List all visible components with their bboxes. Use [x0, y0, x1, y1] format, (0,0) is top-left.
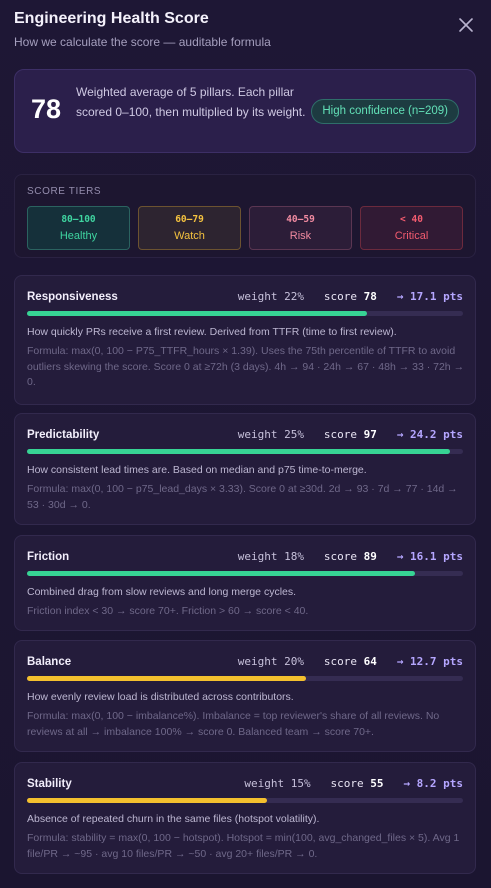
pillar-points: → 17.1 pts: [396, 290, 463, 303]
pillar-score-label: score: [323, 550, 358, 563]
pillar-name: Friction: [27, 551, 70, 563]
pillar-name: Predictability: [27, 429, 100, 441]
tier-healthy: 80–100 Healthy: [27, 206, 130, 250]
pillar-formula: Formula: stability = max(0, 100 − hotspo…: [27, 832, 460, 860]
panel-header: Engineering Health Score How we calculat…: [14, 0, 477, 64]
pillar-card-friction: Friction weight 18% score 89 → 16.1 pts …: [14, 535, 476, 631]
pillar-formula: Formula: max(0, 100 − P75_TTFR_hours × 1…: [27, 345, 465, 388]
pillar-metrics: weight 25% score 97 → 24.2 pts: [238, 428, 463, 441]
pillar-weight: weight 18%: [237, 550, 305, 563]
score-tiers: SCORE TIERS 80–100 Healthy 60–79 Watch 4…: [14, 174, 476, 258]
tier-name: Risk: [289, 230, 312, 242]
pillar-card-predictability: Predictability weight 25% score 97 → 24.…: [14, 413, 476, 525]
pillar-card-stability: Stability weight 15% score 55 → 8.2 pts …: [14, 762, 476, 874]
pillar-description: Absence of repeated churn in the same fi…: [27, 813, 320, 825]
confidence-badge: High confidence (n=209): [311, 99, 459, 124]
pillar-score-bar: [27, 311, 463, 316]
pillar-description: How consistent lead times are. Based on …: [27, 464, 367, 476]
pillar-score: 89: [363, 550, 377, 563]
pillar-score-bar: [27, 449, 463, 454]
score-tiers-label: SCORE TIERS: [27, 186, 102, 197]
pillar-card-balance: Balance weight 20% score 64 → 12.7 pts H…: [14, 640, 476, 752]
pillar-description: How quickly PRs receive a first review. …: [27, 326, 397, 338]
page-title: Engineering Health Score: [14, 10, 209, 27]
tier-range: < 40: [400, 214, 423, 225]
tier-critical: < 40 Critical: [360, 206, 463, 250]
pillar-metrics: weight 22% score 78 → 17.1 pts: [238, 290, 463, 303]
pillar-weight: weight 15%: [244, 777, 311, 790]
pillar-metrics: weight 15% score 55 → 8.2 pts: [244, 777, 463, 790]
close-icon: [459, 18, 473, 32]
pillar-score-fill: [27, 798, 267, 803]
pillar-points: → 16.1 pts: [396, 550, 463, 563]
pillar-score-fill: [27, 311, 368, 316]
tier-range: 40–59: [286, 214, 315, 225]
pillar-score: 78: [363, 290, 377, 303]
tier-range: 60–79: [175, 214, 204, 225]
pillar-name: Balance: [27, 656, 72, 668]
pillar-score-label: score: [323, 655, 358, 668]
page-subtitle: How we calculate the score — auditable f…: [14, 35, 271, 49]
pillar-metrics: weight 20% score 64 → 12.7 pts: [238, 655, 463, 668]
pillar-score-fill: [27, 676, 307, 681]
pillar-formula: Formula: max(0, 100 − p75_lead_days × 3.…: [27, 483, 458, 511]
tier-name: Critical: [394, 230, 429, 242]
pillar-name: Stability: [27, 778, 72, 790]
pillar-name: Responsiveness: [27, 291, 118, 303]
tier-range: 80–100: [61, 214, 96, 225]
pillar-score-label: score: [323, 290, 358, 303]
pillar-score-fill: [27, 449, 450, 454]
pillar-points: → 24.2 pts: [396, 428, 463, 441]
pillar-description: How evenly review load is distributed ac…: [27, 691, 294, 703]
pillar-score-bar: [27, 798, 463, 803]
tier-risk: 40–59 Risk: [249, 206, 352, 250]
tier-watch: 60–79 Watch: [138, 206, 241, 250]
pillar-points: → 8.2 pts: [403, 777, 463, 790]
pillar-score-label: score: [323, 428, 358, 441]
pillar-description: Combined drag from slow reviews and long…: [27, 586, 297, 598]
tier-name: Healthy: [59, 230, 98, 242]
pillar-score-bar: [27, 676, 463, 681]
score-summary-card: 78 Weighted average of 5 pillars. Each p…: [14, 69, 476, 153]
pillar-metrics: weight 18% score 89 → 16.1 pts: [238, 550, 463, 563]
pillar-formula: Formula: max(0, 100 − imbalance%). Imbal…: [27, 710, 440, 738]
pillar-score-bar: [27, 571, 463, 576]
pillar-formula: Friction index < 30 → score 70+. Frictio…: [27, 605, 309, 617]
pillar-score: 97: [363, 428, 377, 441]
pillar-score: 55: [370, 777, 384, 790]
pillar-weight: weight 25%: [237, 428, 305, 441]
overall-score: 78: [31, 94, 62, 124]
pillar-score: 64: [363, 655, 377, 668]
summary-description: Weighted average of 5 pillars. Each pill…: [76, 85, 306, 119]
tier-name: Watch: [174, 230, 205, 242]
close-button[interactable]: [457, 16, 475, 34]
pillar-weight: weight 20%: [237, 655, 305, 668]
pillar-score-label: score: [330, 777, 364, 790]
pillar-points: → 12.7 pts: [396, 655, 463, 668]
pillar-card-responsiveness: Responsiveness weight 22% score 78 → 17.…: [14, 275, 476, 405]
pillar-score-fill: [27, 571, 416, 576]
pillar-weight: weight 22%: [237, 290, 305, 303]
